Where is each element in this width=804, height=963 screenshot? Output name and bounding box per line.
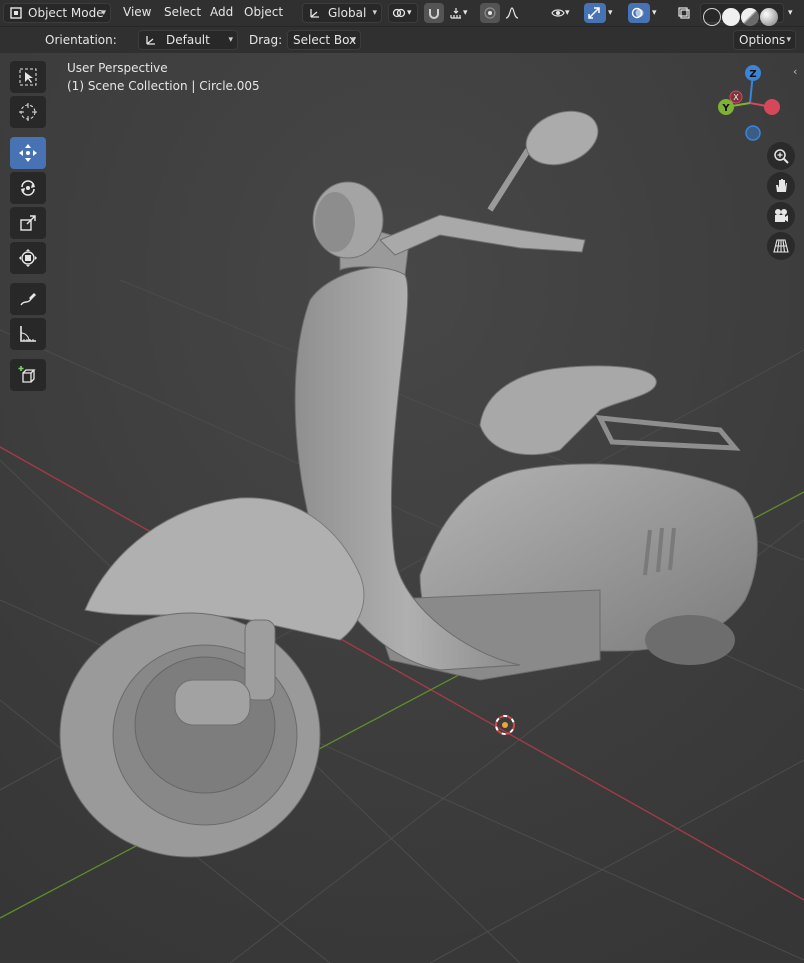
menu-view[interactable]: View <box>123 5 151 19</box>
shading-selector <box>700 3 784 26</box>
chevron-down-icon: ▾ <box>407 8 412 18</box>
menu-object[interactable]: Object <box>244 5 283 19</box>
camera-view-button[interactable] <box>767 202 795 230</box>
add-cube-tool[interactable] <box>10 359 46 391</box>
scale-tool[interactable] <box>10 207 46 239</box>
chevron-down-icon[interactable]: ▾ <box>606 3 620 23</box>
chevron-down-icon: ▾ <box>565 8 570 18</box>
measure-ruler-icon <box>20 326 36 342</box>
viewport-scene <box>0 53 804 963</box>
gizmo-toggle[interactable] <box>584 3 606 23</box>
viewport-header: Object Mode ▾ View Select Add Object Glo… <box>0 0 804 27</box>
chevron-down-icon: ▾ <box>228 35 233 45</box>
chevron-down-icon: ▾ <box>372 8 377 18</box>
chevron-down-icon: ▾ <box>463 8 468 18</box>
overlays-icon <box>631 7 644 19</box>
grid-perspective-icon <box>773 239 789 253</box>
proportional-circle-icon <box>484 7 496 19</box>
chevron-down-icon[interactable]: ▾ <box>786 3 800 23</box>
transform-orientation-selector[interactable]: Global ▾ <box>302 3 382 23</box>
orientation-axes-icon <box>310 9 319 18</box>
move-icon <box>19 144 37 162</box>
perspective-toggle-button[interactable] <box>767 232 795 260</box>
x-axis-label: X <box>733 93 739 102</box>
falloff-curve-icon <box>505 7 519 19</box>
select-box-icon <box>19 68 37 86</box>
zoom-icon <box>774 149 789 164</box>
gizmo-arrow-icon <box>588 7 600 19</box>
snap-grid-icon <box>450 8 461 19</box>
proportional-falloff-selector[interactable] <box>502 3 530 23</box>
drag-label: Drag: <box>249 33 283 47</box>
proportional-editing-toggle[interactable] <box>480 3 500 23</box>
mode-selector[interactable]: Object Mode ▾ <box>3 3 111 23</box>
snap-toggle[interactable] <box>424 3 444 23</box>
drag-value: Select Box <box>293 33 357 47</box>
3d-viewport[interactable]: User Perspective (1) Scene Collection | … <box>0 53 804 963</box>
drag-selector[interactable]: Select Box ▾ <box>287 30 361 50</box>
menu-select[interactable]: Select <box>164 5 201 19</box>
material-shading-icon[interactable] <box>741 8 759 26</box>
navigation-gizmo[interactable]: Z Y X <box>712 61 792 145</box>
visibility-selector[interactable]: ▾ <box>548 3 576 23</box>
eye-icon <box>551 9 565 17</box>
rendered-shading-icon[interactable] <box>760 8 778 26</box>
options-label: Options <box>739 33 786 47</box>
cursor-tool[interactable] <box>10 96 46 128</box>
hand-icon <box>776 179 787 192</box>
magnet-icon <box>429 9 439 19</box>
select-box-tool[interactable] <box>10 61 46 93</box>
menu-add[interactable]: Add <box>210 5 233 19</box>
orientation-selector[interactable]: Default ▾ <box>138 30 238 50</box>
scale-icon <box>20 215 36 231</box>
pivot-point-selector[interactable]: ▾ <box>388 3 418 23</box>
rotate-icon <box>21 180 35 196</box>
orientation-value: Default <box>166 33 210 47</box>
annotate-tool[interactable] <box>10 283 46 315</box>
wireframe-shading-icon[interactable] <box>703 8 721 26</box>
object-mode-icon <box>10 7 22 19</box>
pivot-link-icon <box>392 8 406 18</box>
cursor-icon <box>19 103 37 121</box>
x-axis-handle[interactable] <box>764 99 780 115</box>
sidebar-toggle-icon[interactable]: ‹ <box>793 65 797 78</box>
snap-target-selector[interactable]: ▾ <box>446 3 476 23</box>
neg-z-axis-handle[interactable] <box>745 125 761 141</box>
transform-tool[interactable] <box>10 242 46 274</box>
collection-label: (1) Scene Collection | Circle.005 <box>67 79 260 93</box>
add-cube-icon <box>18 366 36 383</box>
mode-label: Object Mode <box>28 6 104 20</box>
solid-shading-icon[interactable] <box>722 8 740 26</box>
pan-button[interactable] <box>767 172 795 200</box>
chevron-down-icon: ▾ <box>101 8 106 18</box>
xray-toggle[interactable] <box>674 3 694 23</box>
chevron-down-icon: ▾ <box>351 35 356 45</box>
perspective-label: User Perspective <box>67 61 168 75</box>
tool-settings-header: Orientation: Default ▾ Drag: Select Box … <box>0 27 804 53</box>
xray-icon <box>678 7 690 19</box>
options-menu[interactable]: Options ▾ <box>733 30 796 50</box>
overlays-toggle[interactable] <box>628 3 650 23</box>
rotate-tool[interactable] <box>10 172 46 204</box>
transform-orientation-label: Global <box>328 6 367 20</box>
chevron-down-icon[interactable]: ▾ <box>650 3 664 23</box>
move-tool[interactable] <box>10 137 46 169</box>
orientation-axes-icon <box>146 36 155 45</box>
z-axis-label: Z <box>749 69 756 80</box>
transform-icon <box>19 249 37 267</box>
camera-icon <box>775 209 788 222</box>
orientation-label: Orientation: <box>45 33 117 47</box>
chevron-down-icon: ▾ <box>786 35 791 45</box>
measure-tool[interactable] <box>10 318 46 350</box>
y-axis-label: Y <box>721 103 730 114</box>
annotate-pencil-icon <box>20 293 36 306</box>
zoom-button[interactable] <box>767 142 795 170</box>
